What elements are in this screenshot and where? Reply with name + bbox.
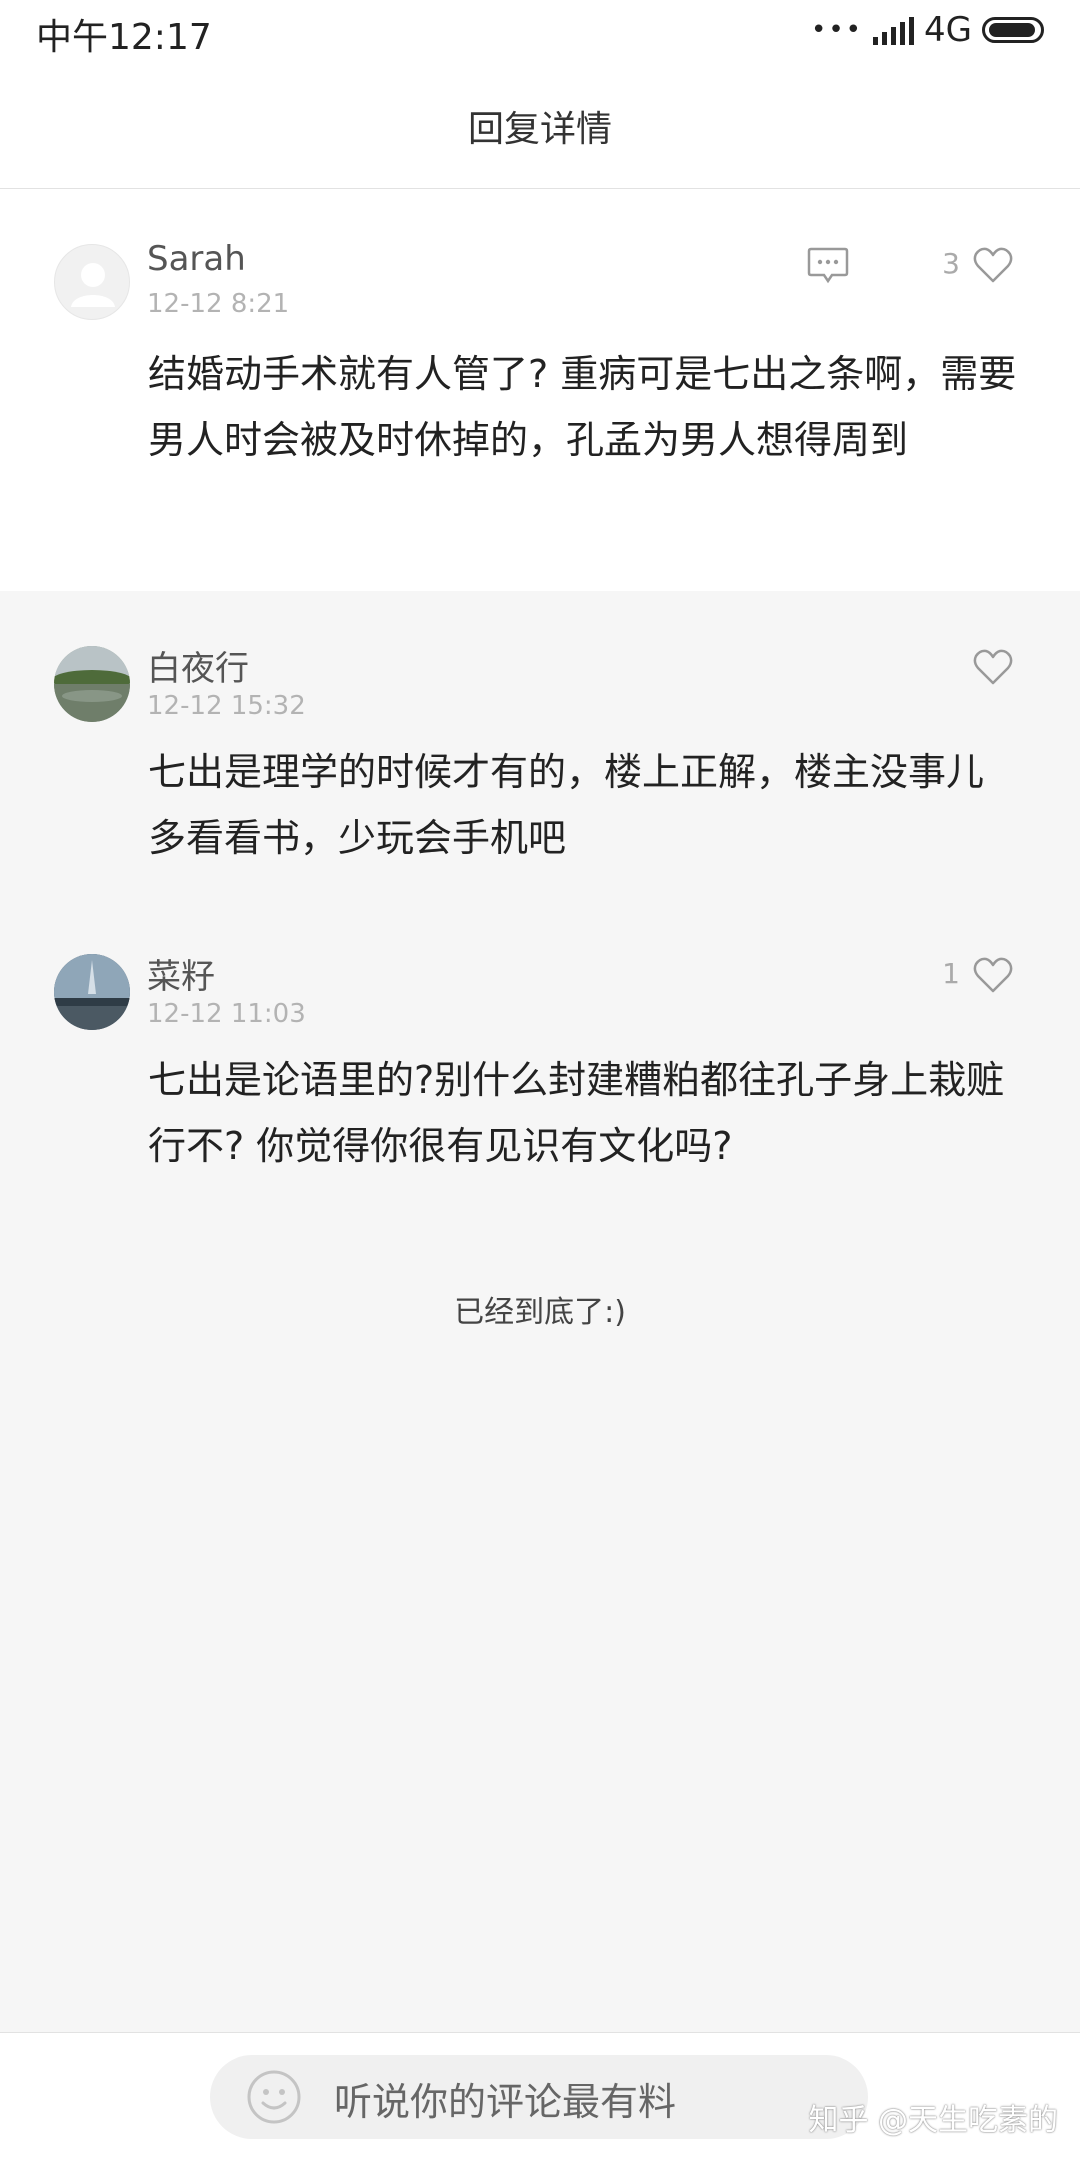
status-time: 中午12:17 bbox=[36, 17, 212, 58]
reply-content: 结婚动手术就有人管了? 重病可是七出之条啊，需要男人时会被及时休掉的，孔孟为男人… bbox=[148, 352, 1017, 462]
reply-time: 12-12 15:32 bbox=[147, 691, 306, 721]
reply-item: 菜籽 12-12 11:03 1 七出是论语里的?别什么封建糟粕都往孔子身上栽赃… bbox=[0, 899, 1080, 1219]
reply-content: 七出是论语里的?别什么封建糟粕都往孔子身上栽赃行不? 你觉得你很有见识有文化吗? bbox=[148, 1058, 1005, 1168]
reply-time: 12-12 11:03 bbox=[147, 999, 306, 1029]
reply-content: 七出是理学的时候才有的，楼上正解，楼主没事儿多看看书，少玩会手机吧 bbox=[148, 750, 985, 860]
comment-input-bar: 听说你的评论最有料 知乎 @天生吃素的 bbox=[0, 2032, 1080, 2161]
default-avatar-icon bbox=[71, 263, 115, 307]
sky-photo-avatar bbox=[54, 954, 130, 1030]
reply-item: 白夜行 12-12 15:32 七出是理学的时候才有的，楼上正解，楼主没事儿多看… bbox=[0, 591, 1080, 911]
top-header: 中午12:17 ••• 4G 回复详情 bbox=[0, 0, 1080, 189]
heart-icon[interactable] bbox=[972, 647, 1014, 687]
reply-time: 12-12 8:21 bbox=[147, 289, 290, 319]
network-type: 4G bbox=[924, 10, 972, 50]
avatar[interactable] bbox=[54, 954, 130, 1030]
reply-author[interactable]: 菜籽 bbox=[147, 949, 215, 998]
reply-comment-icon[interactable] bbox=[806, 245, 850, 285]
comment-input[interactable]: 听说你的评论最有料 bbox=[210, 2055, 868, 2139]
heart-icon[interactable] bbox=[972, 245, 1014, 285]
avatar[interactable] bbox=[54, 646, 130, 722]
avatar[interactable] bbox=[54, 244, 130, 320]
status-indicators: ••• 4G bbox=[811, 10, 1044, 50]
reply-author[interactable]: Sarah bbox=[147, 239, 246, 279]
more-dots-icon: ••• bbox=[811, 15, 864, 45]
main-comment: Sarah 12-12 8:21 3 结婚动手术就有人管了? 重病可是七出之条啊… bbox=[0, 189, 1080, 591]
signal-icon bbox=[873, 15, 915, 45]
page-title: 回复详情 bbox=[467, 109, 612, 150]
like-count: 3 bbox=[942, 247, 960, 280]
comment-input-placeholder: 听说你的评论最有料 bbox=[334, 2080, 677, 2124]
heart-icon[interactable] bbox=[972, 955, 1014, 995]
landscape-photo-avatar bbox=[54, 646, 130, 722]
battery-icon bbox=[982, 17, 1044, 43]
reply-author[interactable]: 白夜行 bbox=[147, 641, 249, 690]
watermark: 知乎 @天生吃素的 bbox=[808, 2103, 1058, 2138]
smile-emoji-icon[interactable] bbox=[246, 2069, 302, 2125]
end-of-list-text: 已经到底了:) bbox=[454, 1295, 626, 1330]
like-count: 1 bbox=[942, 957, 960, 990]
